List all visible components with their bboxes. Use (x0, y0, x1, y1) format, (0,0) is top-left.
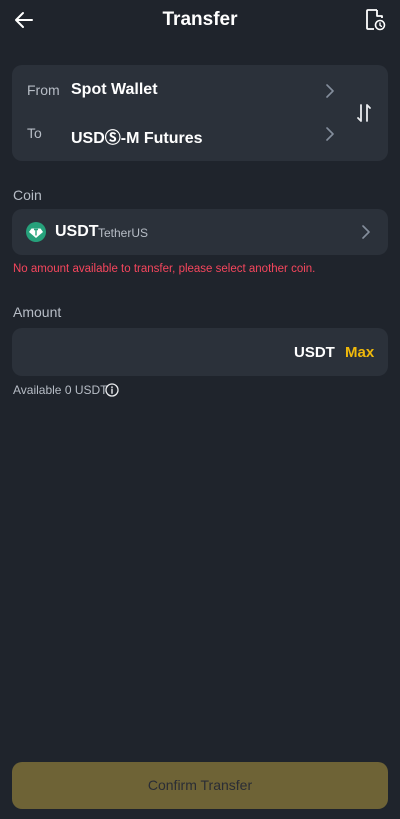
coin-full-name: TetherUS (98, 226, 149, 240)
transfer-page: Transfer From Spot Wallet To USDⓈ-M Futu… (0, 0, 400, 819)
page-title: Transfer (162, 9, 238, 30)
confirm-transfer-button[interactable]: Confirm Transfer (12, 762, 388, 809)
from-wallet-selector[interactable]: From Spot Wallet (12, 71, 352, 111)
coin-selector[interactable]: USDT TetherUS (12, 209, 388, 255)
max-button[interactable]: Max (345, 344, 374, 361)
to-wallet-value: USDⓈ-M Futures (71, 130, 203, 147)
tether-icon (26, 222, 46, 242)
amount-unit: USDT (294, 344, 335, 361)
transfer-direction-card: From Spot Wallet To USDⓈ-M Futures (12, 65, 388, 161)
history-icon[interactable] (364, 8, 386, 32)
error-message: No amount available to transfer, please … (13, 263, 316, 275)
swap-icon[interactable] (352, 101, 376, 125)
from-wallet-value: Spot Wallet (71, 81, 158, 98)
amount-field: USDT Max (12, 328, 388, 376)
amount-section-label: Amount (13, 304, 62, 320)
header: Transfer (0, 0, 400, 40)
chevron-right-icon (326, 127, 334, 141)
chevron-right-icon (362, 225, 370, 239)
info-icon[interactable] (105, 383, 119, 397)
coin-section-label: Coin (13, 187, 42, 203)
coin-symbol: USDT (55, 223, 99, 240)
amount-input[interactable] (26, 338, 286, 366)
to-wallet-selector[interactable]: To USDⓈ-M Futures (12, 114, 352, 154)
to-label: To (27, 125, 42, 141)
available-balance: Available 0 USDT (13, 383, 108, 397)
from-label: From (27, 82, 60, 98)
chevron-right-icon (326, 84, 334, 98)
